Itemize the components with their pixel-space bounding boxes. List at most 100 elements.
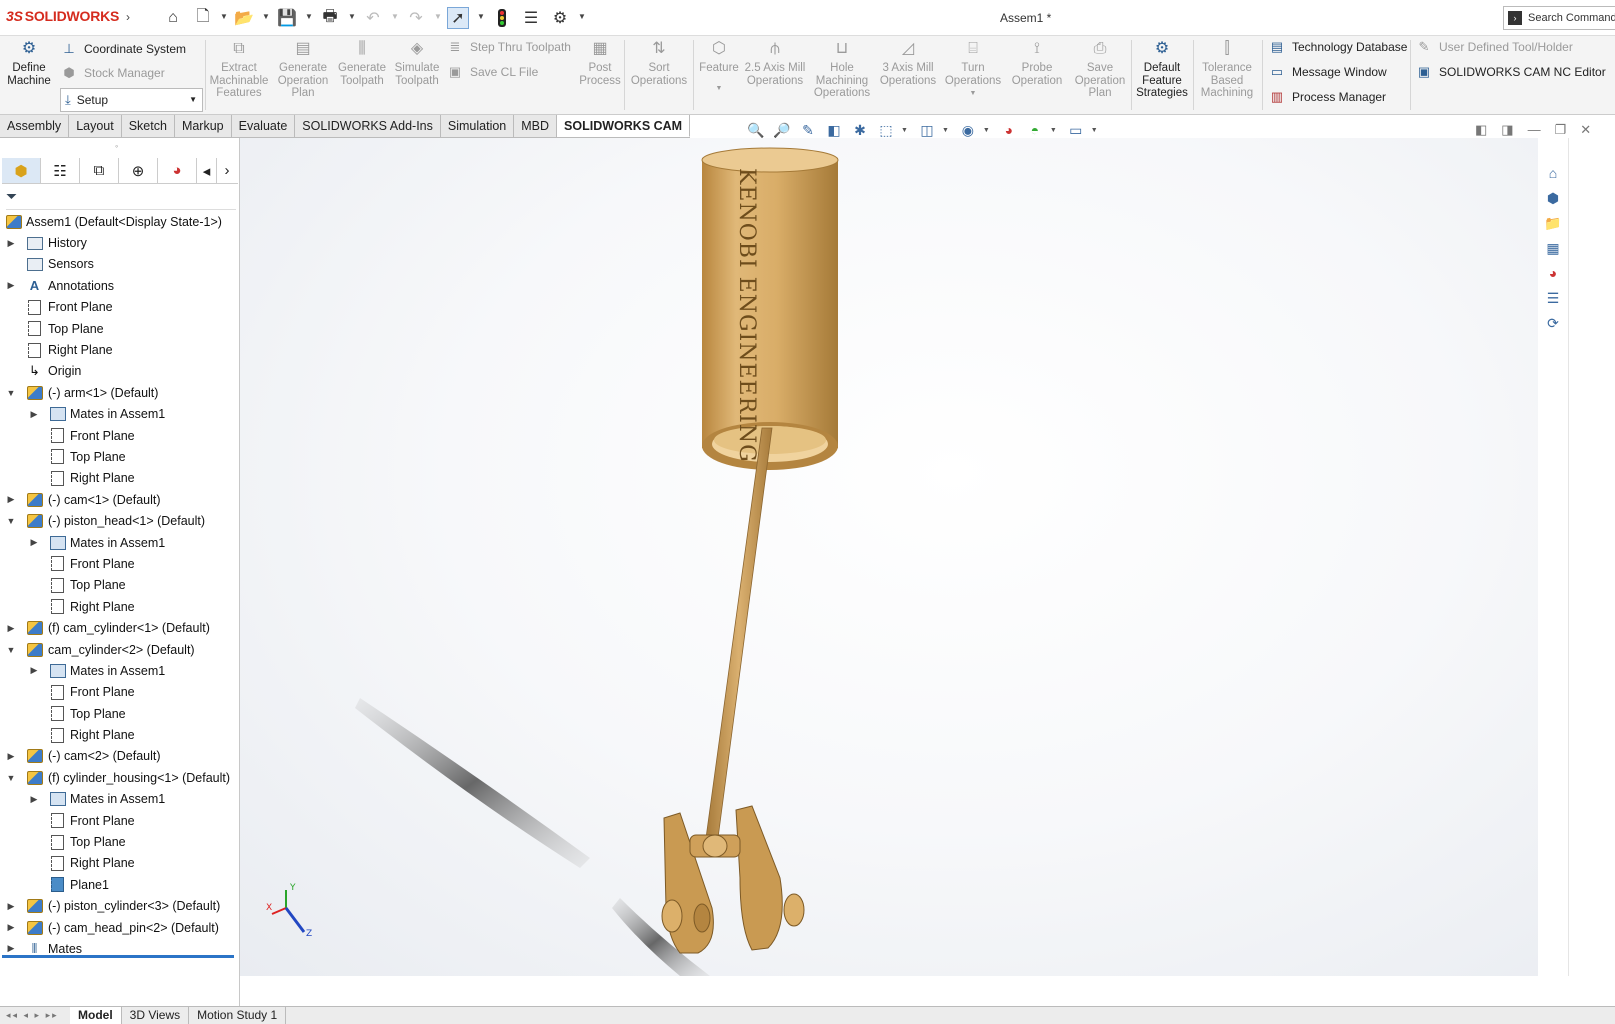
save-cl-file-button[interactable]: ▣ Save CL File — [446, 61, 538, 83]
tree-item-right-plane[interactable]: Right Plane — [0, 853, 238, 874]
cam-link-right[interactable] — [735, 805, 783, 951]
tree-item-top-plane[interactable]: Top Plane — [0, 831, 238, 852]
hole-machining-button[interactable]: ⊔ Hole Machining Operations — [808, 38, 876, 100]
define-machine-button[interactable]: ⚙ Define Machine — [4, 38, 54, 87]
home-icon[interactable]: ⌂ — [162, 7, 184, 29]
stock-manager-button[interactable]: ⬢ Stock Manager — [60, 62, 164, 84]
panel-grip-icon[interactable]: ◦ — [115, 141, 118, 151]
expand-icon[interactable]: ▶ — [29, 665, 39, 676]
print-icon[interactable]: 🖶 — [319, 7, 341, 29]
tree-item-piston-cylinder-component[interactable]: ▶ (-) piston_cylinder<3> (Default) — [0, 896, 238, 917]
expand-icon[interactable]: ▶ — [6, 901, 16, 912]
view-settings-icon[interactable]: ▭ — [1065, 120, 1087, 140]
tree-item-cam-cylinder2-component[interactable]: ▼ cam_cylinder<2> (Default) — [0, 639, 238, 660]
menu-expand-icon[interactable]: › — [126, 10, 130, 24]
user-defined-tool-button[interactable]: ✎ User Defined Tool/Holder — [1415, 36, 1573, 58]
collapse-icon[interactable]: ▼ — [6, 388, 16, 398]
tree-item-cam-cylinder1-component[interactable]: ▶ (f) cam_cylinder<1> (Default) — [0, 617, 238, 638]
tree-item-right-plane[interactable]: Right Plane — [0, 596, 238, 617]
redo-dropdown-icon[interactable]: ▼ — [434, 12, 442, 21]
cam-nc-editor-button[interactable]: ▣ SOLIDWORKS CAM NC Editor — [1415, 61, 1615, 83]
options-dropdown-icon[interactable]: ▼ — [578, 12, 586, 21]
expand-icon[interactable]: ▶ — [6, 922, 16, 933]
design-library-icon[interactable]: ⬢ — [1541, 187, 1565, 209]
tab-solidworks-add-ins[interactable]: SOLIDWORKS Add-Ins — [295, 115, 441, 137]
tree-item-right-plane[interactable]: Right Plane — [0, 339, 238, 360]
chevron-right-icon[interactable]: › — [217, 158, 237, 183]
generate-operation-plan-button[interactable]: ▤ Generate Operation Plan — [273, 38, 333, 100]
chevron-down-icon[interactable]: ▼ — [1050, 127, 1057, 134]
dimxpertmanager-tab-icon[interactable]: ⊕ — [119, 158, 158, 183]
process-manager-button[interactable]: ▥ Process Manager — [1268, 86, 1386, 108]
tree-item-piston-head-component[interactable]: ▼ (-) piston_head<1> (Default) — [0, 510, 238, 531]
tree-item-front-plane[interactable]: Front Plane — [0, 682, 238, 703]
options-gear-icon[interactable]: ⚙ — [549, 7, 571, 29]
tolerance-based-machining-button[interactable]: ⫿ Tolerance Based Machining — [1196, 38, 1258, 100]
tree-item-front-plane[interactable]: Front Plane — [0, 553, 238, 574]
chevron-down-icon[interactable]: ▼ — [1091, 127, 1098, 134]
tree-item-cam2-component[interactable]: ▶ (-) cam<2> (Default) — [0, 746, 238, 767]
extract-machinable-features-button[interactable]: ⧉ Extract Machinable Features — [206, 38, 272, 100]
model-view[interactable]: KENOBI ENGINEERING Y X Z — [240, 138, 1538, 976]
tree-item-top-plane[interactable]: Top Plane — [0, 703, 238, 724]
solidworks-logo[interactable]: 3S SOLIDWORKS — [6, 8, 119, 24]
redo-icon[interactable]: ↷ — [405, 7, 427, 29]
save-dropdown-icon[interactable]: ▼ — [305, 12, 313, 21]
expand-icon[interactable]: ▶ — [6, 280, 16, 291]
turn-operations-button[interactable]: ⌸ Turn Operations ▼ — [942, 38, 1004, 101]
filter-icon[interactable]: ⏷ — [6, 188, 236, 210]
tile-right-icon[interactable]: ◨ — [1501, 122, 1513, 138]
file-explorer-icon[interactable]: 📁 — [1541, 212, 1565, 234]
expand-icon[interactable]: ▶ — [29, 409, 39, 420]
expand-icon[interactable]: ▶ — [6, 943, 16, 954]
tab-mbd[interactable]: MBD — [514, 115, 558, 137]
section-view-icon[interactable]: ◧ — [823, 120, 845, 140]
view-orientation-icon[interactable]: ⬚ — [875, 120, 897, 140]
tree-item-top-plane[interactable]: Top Plane — [0, 446, 238, 467]
chevron-down-icon[interactable]: ▼ — [901, 127, 908, 134]
tree-item-cylinder-housing-component[interactable]: ▼ (f) cylinder_housing<1> (Default) — [0, 767, 238, 788]
expand-icon[interactable]: ▶ — [6, 494, 16, 505]
apply-scene-icon[interactable]: ◓ — [1024, 120, 1046, 140]
expand-icon[interactable]: ▶ — [29, 794, 39, 805]
tree-item-cam1-component[interactable]: ▶ (-) cam<1> (Default) — [0, 489, 238, 510]
tree-item-history[interactable]: ▶ History — [0, 232, 238, 253]
tree-item-origin[interactable]: ↳ Origin — [0, 361, 238, 382]
tab-markup[interactable]: Markup — [175, 115, 232, 137]
edit-appearance-icon[interactable]: ◕ — [998, 120, 1020, 140]
undo-dropdown-icon[interactable]: ▼ — [391, 12, 399, 21]
tree-item-front-plane[interactable]: Front Plane — [0, 297, 238, 318]
message-window-button[interactable]: ▭ Message Window — [1268, 61, 1387, 83]
dynamic-annotation-icon[interactable]: ✱ — [849, 120, 871, 140]
displaymanager-tab-icon[interactable]: ◕ — [158, 158, 197, 183]
tab-evaluate[interactable]: Evaluate — [232, 115, 296, 137]
save-operation-plan-button[interactable]: ⎙ Save Operation Plan — [1070, 38, 1130, 100]
generate-toolpath-button[interactable]: ⫼ Generate Toolpath — [334, 38, 390, 87]
expand-icon[interactable]: ▶ — [6, 751, 16, 762]
tree-item-sensors[interactable]: Sensors — [0, 254, 238, 275]
cylinder-housing-body[interactable] — [702, 158, 838, 448]
display-style-icon[interactable]: ◫ — [916, 120, 938, 140]
tab-simulation[interactable]: Simulation — [441, 115, 515, 137]
configurationmanager-tab-icon[interactable]: ⧉ — [80, 158, 119, 183]
tree-item-mates-in-assem[interactable]: ▶ Mates in Assem1 — [0, 532, 238, 553]
tab-solidworks-cam[interactable]: SOLIDWORKS CAM — [557, 115, 691, 137]
propertymanager-tab-icon[interactable]: ☷ — [41, 158, 80, 183]
zoom-to-area-icon[interactable]: 🔎 — [771, 120, 793, 140]
setup-dropdown[interactable]: ⤓ Setup ▼ — [60, 88, 203, 112]
chevron-down-icon[interactable]: ▼ — [942, 127, 949, 134]
expand-icon[interactable]: ▶ — [6, 623, 16, 634]
tree-item-front-plane[interactable]: Front Plane — [0, 810, 238, 831]
simulate-toolpath-button[interactable]: ◈ Simulate Toolpath — [390, 38, 444, 87]
tree-item-mates-in-assem[interactable]: ▶ Mates in Assem1 — [0, 789, 238, 810]
post-process-button[interactable]: ▦ Post Process — [578, 38, 622, 87]
chevron-down-icon[interactable]: ▼ — [983, 127, 990, 134]
coordinate-system-button[interactable]: ⊥ Coordinate System — [60, 38, 186, 60]
appearances-icon[interactable]: ◕ — [1541, 262, 1565, 284]
tree-item-mates-in-assem[interactable]: ▶ Mates in Assem1 — [0, 404, 238, 425]
technology-database-button[interactable]: ▤ Technology Database — [1268, 36, 1408, 58]
select-dropdown-icon[interactable]: ▼ — [477, 12, 485, 21]
custom-properties-icon[interactable]: ☰ — [1541, 287, 1565, 309]
tree-item-cam-head-pin-component[interactable]: ▶ (-) cam_head_pin<2> (Default) — [0, 917, 238, 938]
file-properties-icon[interactable]: ☰ — [520, 7, 542, 29]
